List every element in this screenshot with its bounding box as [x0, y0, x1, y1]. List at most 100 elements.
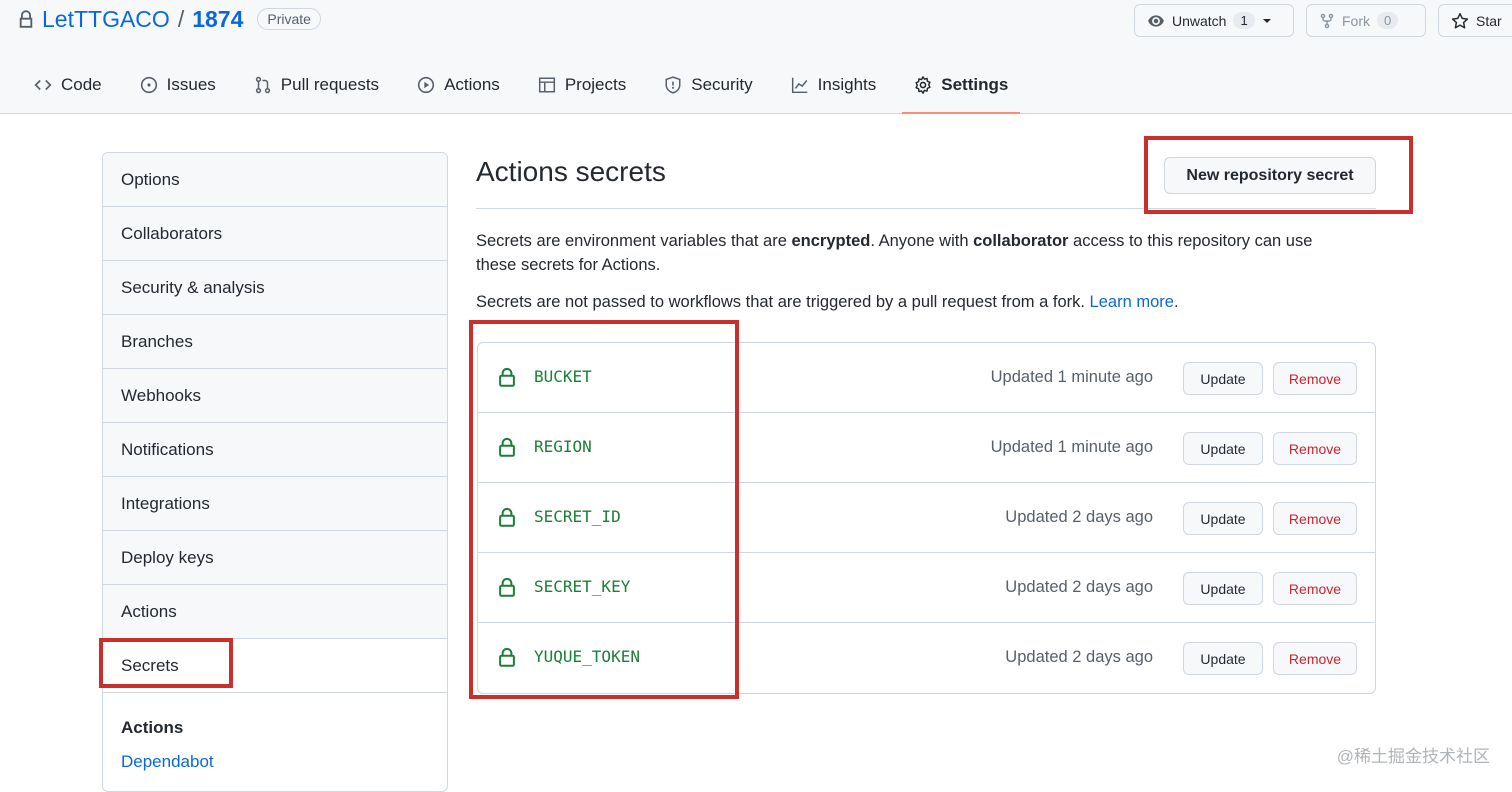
sidebar-item-collaborators[interactable]: Collaborators — [103, 207, 447, 261]
caret-down-icon — [1262, 18, 1271, 23]
fork-notice-end: . — [1173, 293, 1179, 311]
secret-name: YUQUE_TOKEN — [534, 647, 640, 666]
desc-text: . Anyone with — [870, 232, 974, 250]
fork-label: Fork — [1342, 12, 1370, 29]
lock-icon — [499, 507, 515, 527]
issue-icon — [140, 76, 157, 93]
secret-updated-time: Updated 1 minute ago — [990, 438, 1153, 456]
tab-code[interactable]: Code — [22, 62, 114, 107]
unwatch-button[interactable]: Unwatch 1 — [1134, 4, 1294, 37]
update-secret-button[interactable]: Update — [1183, 362, 1263, 395]
remove-secret-button[interactable]: Remove — [1273, 642, 1357, 675]
sidebar-item-deploy-keys[interactable]: Deploy keys — [103, 531, 447, 585]
tab-actions[interactable]: Actions — [405, 62, 512, 107]
sidebar-item-integrations[interactable]: Integrations — [103, 477, 447, 531]
tab-issues[interactable]: Issues — [128, 62, 228, 107]
secret-row: SECRET_KEY Updated 2 days ago Update Rem… — [478, 553, 1375, 623]
table-icon — [538, 77, 555, 92]
desc-bold-encrypted: encrypted — [791, 232, 871, 250]
sidebar-item-secrets[interactable]: Secrets — [103, 639, 447, 693]
repo-header: LetTTGACO / 1874 Private Unwatch 1 Fork … — [0, 0, 1512, 114]
tab-label: Insights — [817, 74, 877, 94]
play-icon — [417, 76, 435, 93]
update-secret-button[interactable]: Update — [1183, 642, 1263, 675]
repo-nav-tabs: Code Issues Pull requests Actions Projec… — [22, 62, 1034, 114]
unwatch-label: Unwatch — [1172, 12, 1227, 29]
star-icon — [1451, 12, 1469, 28]
watermark: @稀土掘金技术社区 — [1336, 747, 1490, 766]
tab-pull-requests[interactable]: Pull requests — [242, 62, 391, 107]
shield-icon — [665, 75, 681, 94]
secret-name: SECRET_ID — [534, 507, 621, 526]
secret-row: REGION Updated 1 minute ago Update Remov… — [478, 413, 1375, 483]
sidebar-item-actions[interactable]: Actions — [103, 585, 447, 639]
fork-counter: 0 — [1377, 12, 1399, 29]
tab-label: Security — [691, 74, 753, 94]
fork-notice-text: Secrets are not passed to workflows that… — [476, 293, 1090, 311]
sidebar-item-webhooks[interactable]: Webhooks — [103, 369, 447, 423]
repo-separator: / — [177, 5, 185, 32]
lock-icon — [499, 367, 515, 387]
sidebar-sub-heading[interactable]: Actions — [121, 711, 429, 745]
update-secret-button[interactable]: Update — [1183, 502, 1263, 535]
tab-label: Pull requests — [280, 74, 380, 94]
eye-icon — [1148, 14, 1164, 27]
lock-icon — [499, 437, 515, 457]
secret-name: BUCKET — [534, 367, 592, 386]
sidebar-item-options[interactable]: Options — [103, 153, 447, 207]
fork-icon — [1320, 13, 1334, 28]
tab-label: Projects — [564, 74, 627, 94]
desc-bold-collaborator: collaborator — [973, 232, 1069, 250]
repo-name-link[interactable]: 1874 — [192, 6, 243, 33]
secret-name: SECRET_KEY — [534, 577, 631, 596]
sidebar-secrets-subsection: Actions Dependabot — [103, 693, 447, 779]
tab-security[interactable]: Security — [652, 62, 764, 107]
secret-updated-time: Updated 2 days ago — [1005, 648, 1153, 666]
update-secret-button[interactable]: Update — [1183, 572, 1263, 605]
code-icon — [34, 79, 52, 90]
secret-row: SECRET_ID Updated 2 days ago Update Remo… — [478, 483, 1375, 553]
remove-secret-button[interactable]: Remove — [1273, 432, 1357, 465]
tab-label: Code — [61, 74, 102, 94]
remove-secret-button[interactable]: Remove — [1273, 362, 1357, 395]
sidebar-item-branches[interactable]: Branches — [103, 315, 447, 369]
tab-projects[interactable]: Projects — [526, 62, 638, 107]
tab-settings[interactable]: Settings — [902, 62, 1021, 114]
repo-owner-link[interactable]: LetTTGACO — [42, 6, 170, 33]
remove-secret-button[interactable]: Remove — [1273, 572, 1357, 605]
tab-label: Settings — [941, 74, 1009, 94]
gear-icon — [915, 75, 931, 94]
secret-row: YUQUE_TOKEN Updated 2 days ago Update Re… — [478, 623, 1375, 693]
fork-notice: Secrets are not passed to workflows that… — [476, 290, 1356, 314]
secrets-description: Secrets are environment variables that a… — [476, 229, 1356, 277]
settings-sidebar: Options Collaborators Security & analysi… — [102, 152, 448, 792]
sidebar-item-security-analysis[interactable]: Security & analysis — [103, 261, 447, 315]
tab-label: Actions — [444, 74, 500, 94]
sidebar-item-notifications[interactable]: Notifications — [103, 423, 447, 477]
graph-icon — [791, 77, 807, 93]
star-button[interactable]: Star — [1438, 4, 1512, 37]
secrets-list: BUCKET Updated 1 minute ago Update Remov… — [477, 342, 1376, 694]
secret-row: BUCKET Updated 1 minute ago Update Remov… — [478, 343, 1375, 413]
secret-updated-time: Updated 1 minute ago — [990, 368, 1153, 386]
title-divider — [476, 208, 1376, 209]
pull-request-icon — [255, 76, 270, 93]
fork-button[interactable]: Fork 0 — [1306, 4, 1426, 37]
lock-icon — [499, 577, 515, 597]
repo-title: LetTTGACO / 1874 Private — [16, 4, 321, 34]
watch-counter: 1 — [1233, 12, 1255, 29]
new-repository-secret-button[interactable]: New repository secret — [1164, 157, 1376, 194]
tab-label: Issues — [166, 74, 216, 94]
learn-more-link[interactable]: Learn more — [1090, 293, 1174, 311]
remove-secret-button[interactable]: Remove — [1273, 502, 1357, 535]
page-title: Actions secrets — [476, 156, 666, 187]
update-secret-button[interactable]: Update — [1183, 432, 1263, 465]
secret-updated-time: Updated 2 days ago — [1005, 508, 1153, 526]
secret-updated-time: Updated 2 days ago — [1005, 578, 1153, 596]
desc-text: Secrets are environment variables that a… — [476, 232, 792, 250]
lock-icon — [499, 647, 515, 667]
lock-icon — [19, 10, 33, 28]
sidebar-sub-link-dependabot[interactable]: Dependabot — [121, 745, 429, 779]
tab-insights[interactable]: Insights — [779, 62, 889, 107]
secret-name: REGION — [534, 437, 592, 456]
